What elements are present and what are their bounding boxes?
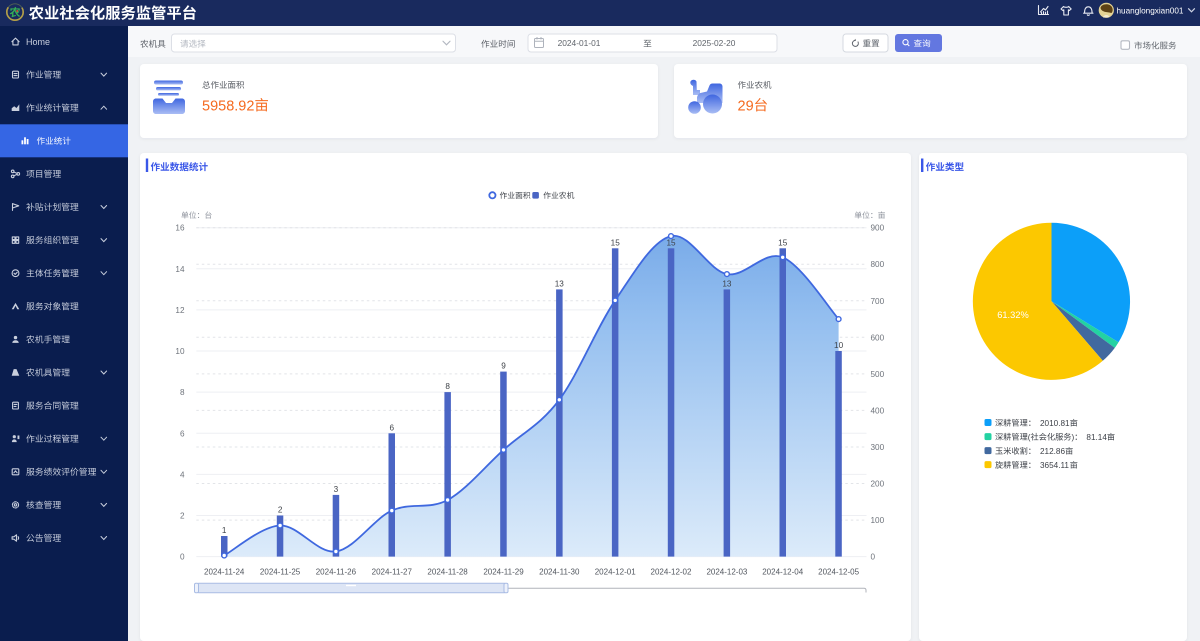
svg-text:600: 600 [871, 333, 885, 342]
svg-text:800: 800 [871, 260, 885, 269]
svg-text:6: 6 [390, 423, 395, 432]
svg-text:10: 10 [834, 341, 844, 350]
svg-text:Home: Home [26, 37, 50, 47]
svg-text:400: 400 [871, 406, 885, 415]
svg-text:2024-12-01: 2024-12-01 [595, 567, 636, 576]
svg-text:5958.92: 5958.92 [202, 98, 254, 114]
svg-text:212.86: 212.86 [1040, 447, 1065, 456]
svg-text:700: 700 [871, 297, 885, 306]
svg-text:2024-12-03: 2024-12-03 [706, 567, 747, 576]
svg-text:2: 2 [180, 512, 185, 521]
svg-text:61.32%: 61.32% [997, 310, 1029, 320]
svg-text:0: 0 [871, 553, 876, 562]
svg-text:9: 9 [501, 362, 506, 371]
svg-text:0: 0 [180, 553, 185, 562]
svg-text:2024-12-02: 2024-12-02 [651, 567, 692, 576]
svg-text:500: 500 [871, 370, 885, 379]
svg-text:300: 300 [871, 443, 885, 452]
svg-text:2024-11-24: 2024-11-24 [204, 567, 245, 576]
svg-text:8: 8 [445, 382, 450, 391]
svg-text:12: 12 [175, 306, 185, 315]
svg-text:(: ( [1028, 433, 1031, 442]
svg-text:10: 10 [175, 347, 185, 356]
svg-text:): ) [1072, 433, 1075, 442]
svg-text:2024-01-01: 2024-01-01 [558, 38, 601, 48]
svg-text:13: 13 [722, 279, 732, 288]
svg-text:2024-11-30: 2024-11-30 [539, 567, 580, 576]
svg-text:100: 100 [871, 516, 885, 525]
svg-text:2024-11-26: 2024-11-26 [316, 567, 357, 576]
svg-text:2024-11-28: 2024-11-28 [427, 567, 468, 576]
svg-text:6: 6 [180, 429, 185, 438]
svg-text:2: 2 [278, 506, 283, 515]
svg-text:2010.81: 2010.81 [1040, 419, 1070, 428]
svg-text:2024-11-25: 2024-11-25 [260, 567, 301, 576]
svg-text:3654.11: 3654.11 [1040, 461, 1069, 470]
svg-text:2024-11-29: 2024-11-29 [483, 567, 524, 576]
svg-text:15: 15 [778, 238, 788, 247]
svg-text:15: 15 [611, 238, 621, 247]
svg-text:900: 900 [871, 224, 885, 233]
svg-text:200: 200 [871, 480, 885, 489]
svg-text:3: 3 [334, 485, 339, 494]
svg-text:29: 29 [738, 98, 754, 114]
svg-text:8: 8 [180, 388, 185, 397]
svg-text:81.14: 81.14 [1086, 433, 1107, 442]
svg-text:2024-12-04: 2024-12-04 [762, 567, 803, 576]
svg-text:16: 16 [175, 224, 185, 233]
svg-text:15: 15 [666, 238, 676, 247]
svg-text:13: 13 [555, 279, 565, 288]
svg-text:4: 4 [180, 470, 185, 479]
svg-text:2024-11-27: 2024-11-27 [372, 567, 413, 576]
svg-text:2025-02-20: 2025-02-20 [693, 38, 736, 48]
svg-text:2024-12-05: 2024-12-05 [818, 567, 859, 576]
svg-text:1: 1 [222, 526, 227, 535]
svg-text:huanglongxian001: huanglongxian001 [1117, 6, 1184, 15]
svg-text:14: 14 [175, 265, 185, 274]
